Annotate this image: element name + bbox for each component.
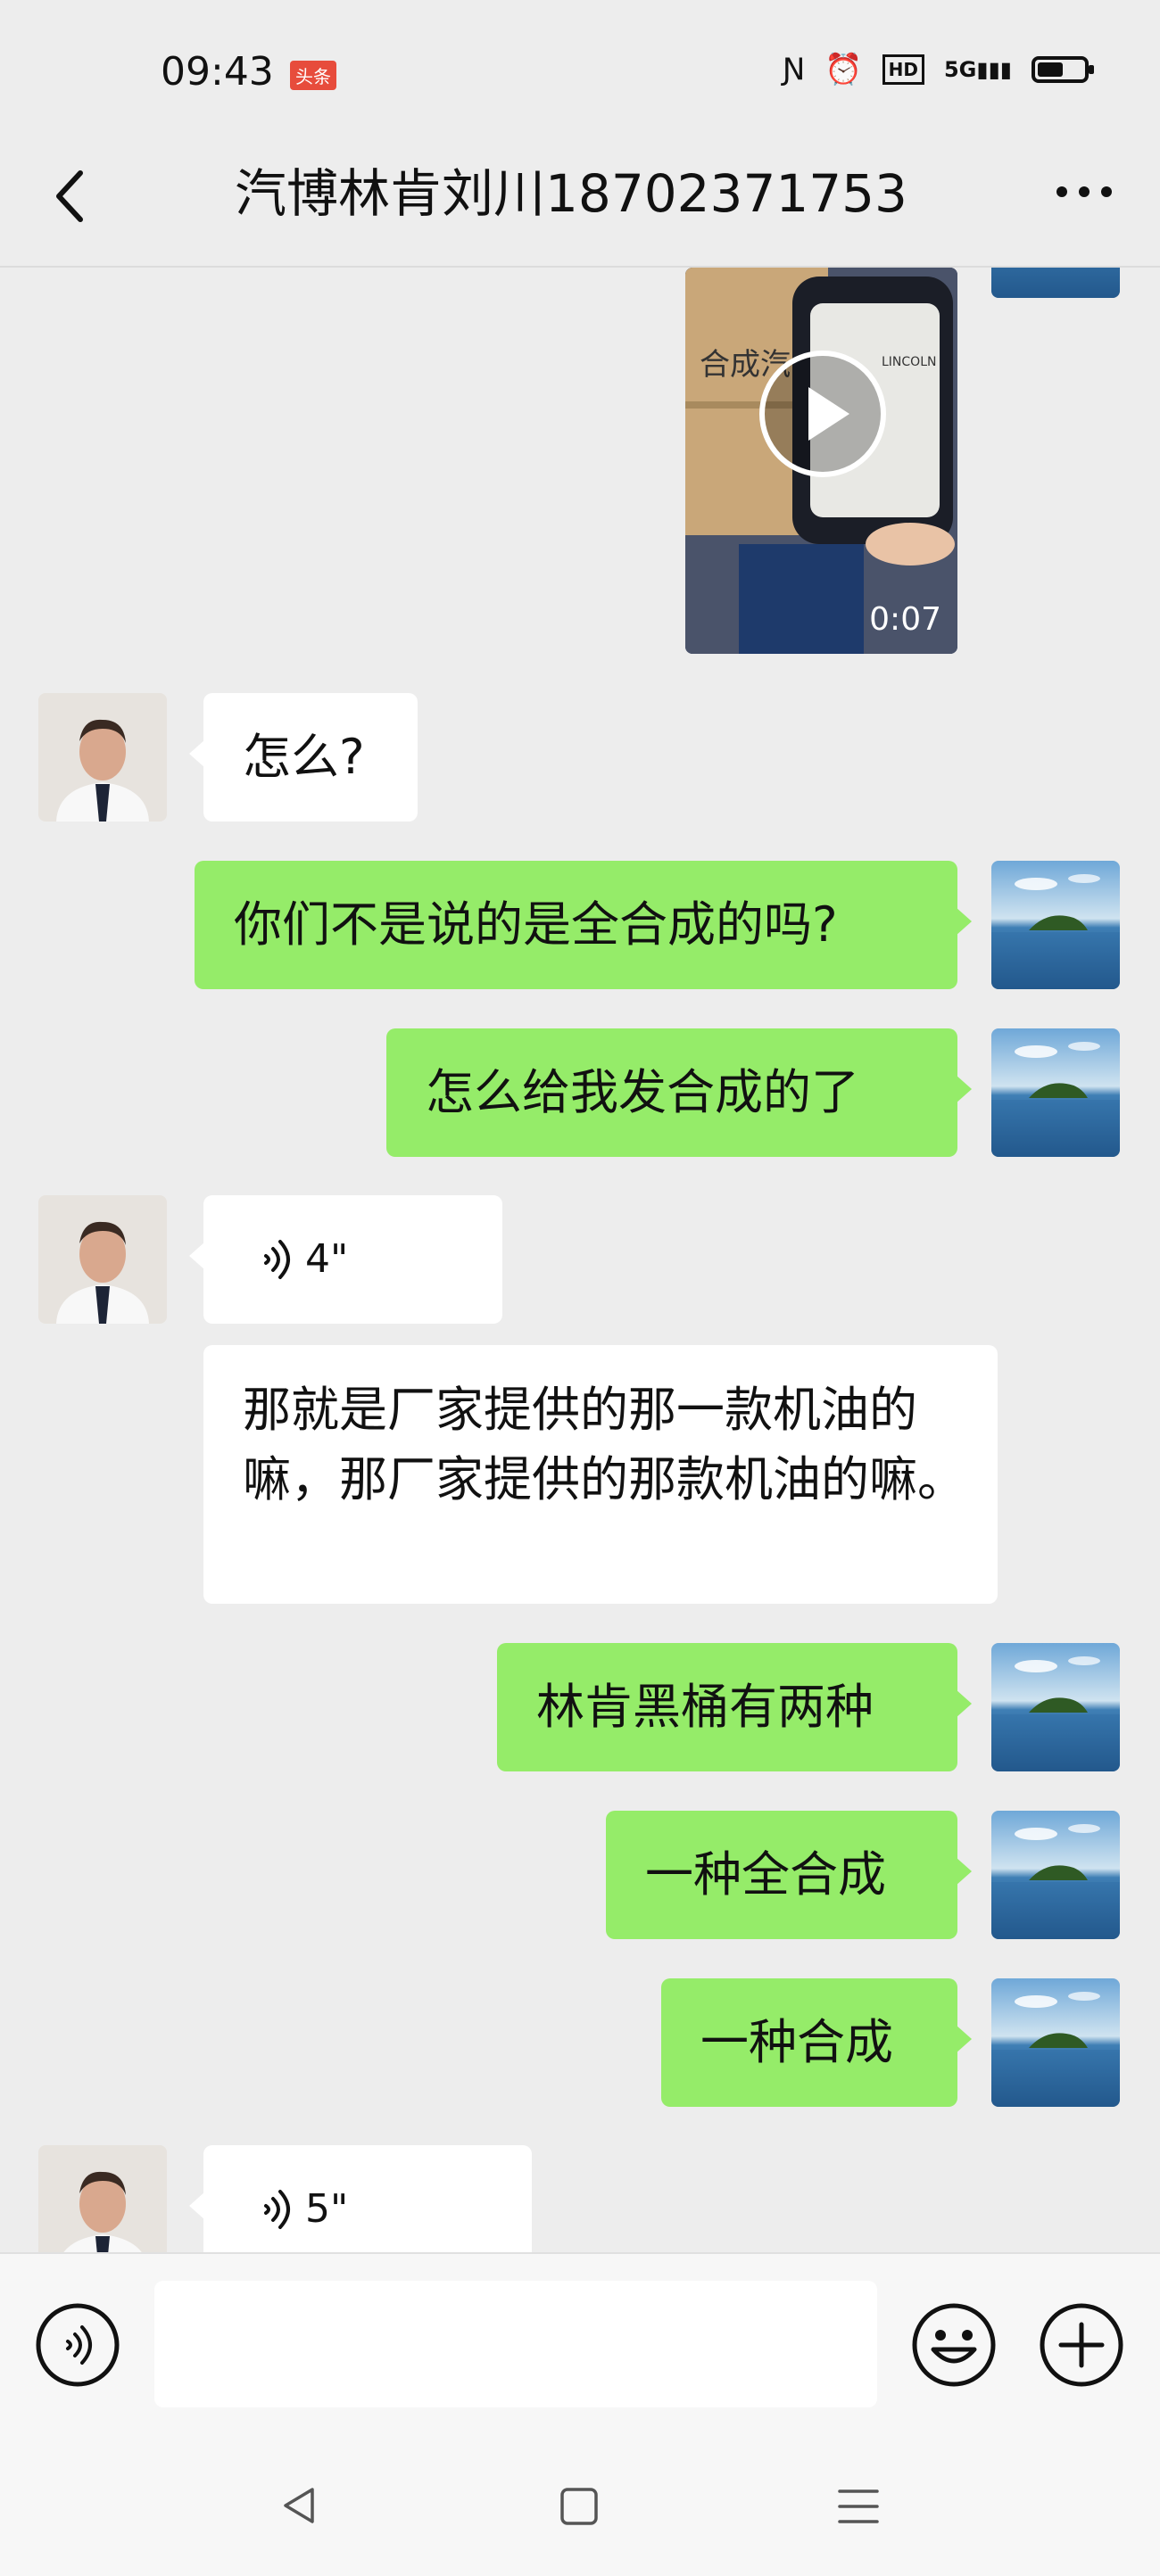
signal-icon: 5G▮▮▮ <box>943 57 1012 82</box>
my-avatar[interactable] <box>991 861 1120 989</box>
message-list[interactable]: 合成汽 LINCOLN 0:07 怎么? 你们不是说的是全合成的吗? 怎么给我发… <box>0 268 1160 2252</box>
sent-message[interactable]: 怎么给我发合成的了 <box>386 1028 972 1157</box>
my-avatar[interactable] <box>991 1811 1120 1939</box>
message-text: 林肯黑桶有两种 <box>536 1679 874 1735</box>
nav-back-icon[interactable] <box>278 2484 321 2527</box>
voice-duration: 4" <box>305 1236 349 1282</box>
contact-avatar[interactable] <box>38 2145 167 2252</box>
message-text: 那就是厂家提供的那一款机油的嘛，那厂家提供的那款机油的嘛。 <box>243 1382 965 1507</box>
voice-play-icon <box>259 2188 294 2231</box>
voice-message[interactable]: 5" <box>189 2145 532 2252</box>
message-input[interactable] <box>154 2281 877 2407</box>
voice-mode-icon[interactable] <box>34 2301 121 2389</box>
network-type-label: 5G <box>943 57 977 82</box>
status-time: 09:43 <box>161 49 274 95</box>
voice-message[interactable]: 4" <box>189 1195 502 1324</box>
my-avatar[interactable] <box>991 1978 1120 2107</box>
nfc-icon: Ɲ <box>782 52 806 87</box>
more-options-icon[interactable] <box>1053 178 1115 205</box>
sent-message[interactable]: 你们不是说的是全合成的吗? <box>195 861 972 989</box>
contact-avatar[interactable] <box>38 693 167 822</box>
video-message[interactable]: 合成汽 LINCOLN 0:07 <box>685 268 957 654</box>
status-bar: 09:43 头条 Ɲ ⏰ HD 5G▮▮▮ <box>0 0 1160 143</box>
received-message[interactable]: 那就是厂家提供的那一款机油的嘛，那厂家提供的那款机油的嘛。 <box>203 1345 998 1604</box>
video-duration: 0:07 <box>869 601 941 638</box>
sent-message[interactable]: 一种合成 <box>661 1978 972 2107</box>
nav-menu-icon[interactable] <box>836 2486 881 2527</box>
voice-play-icon <box>259 1238 294 1281</box>
alarm-icon: ⏰ <box>824 52 863 87</box>
plus-icon[interactable] <box>1038 2301 1125 2389</box>
message-text: 一种全合成 <box>645 1846 886 1903</box>
play-icon[interactable] <box>757 348 889 480</box>
message-text: 一种合成 <box>700 2014 893 2070</box>
emoji-icon[interactable] <box>910 2301 998 2389</box>
my-avatar[interactable] <box>991 268 1120 298</box>
my-avatar[interactable] <box>991 1028 1120 1157</box>
message-text: 你们不是说的是全合成的吗? <box>234 896 838 953</box>
received-message[interactable]: 怎么? <box>189 693 418 822</box>
message-text: 怎么? <box>243 729 365 785</box>
contact-avatar[interactable] <box>38 1195 167 1324</box>
message-text: 怎么给我发合成的了 <box>426 1064 859 1120</box>
nav-home-icon[interactable] <box>559 2486 600 2527</box>
battery-icon <box>1032 56 1094 83</box>
hd-icon: HD <box>882 54 924 85</box>
my-avatar[interactable] <box>991 1643 1120 1771</box>
status-icons: Ɲ ⏰ HD 5G▮▮▮ <box>782 52 1094 87</box>
chat-title: 汽博林肯刘川18702371753 <box>235 163 907 224</box>
brand-text: LINCOLN <box>882 355 936 369</box>
news-app-badge: 头条 <box>290 61 336 90</box>
sent-message[interactable]: 林肯黑桶有两种 <box>497 1643 972 1771</box>
back-arrow-icon[interactable] <box>45 161 98 232</box>
voice-duration: 5" <box>305 2186 349 2232</box>
sent-message[interactable]: 一种全合成 <box>606 1811 972 1939</box>
